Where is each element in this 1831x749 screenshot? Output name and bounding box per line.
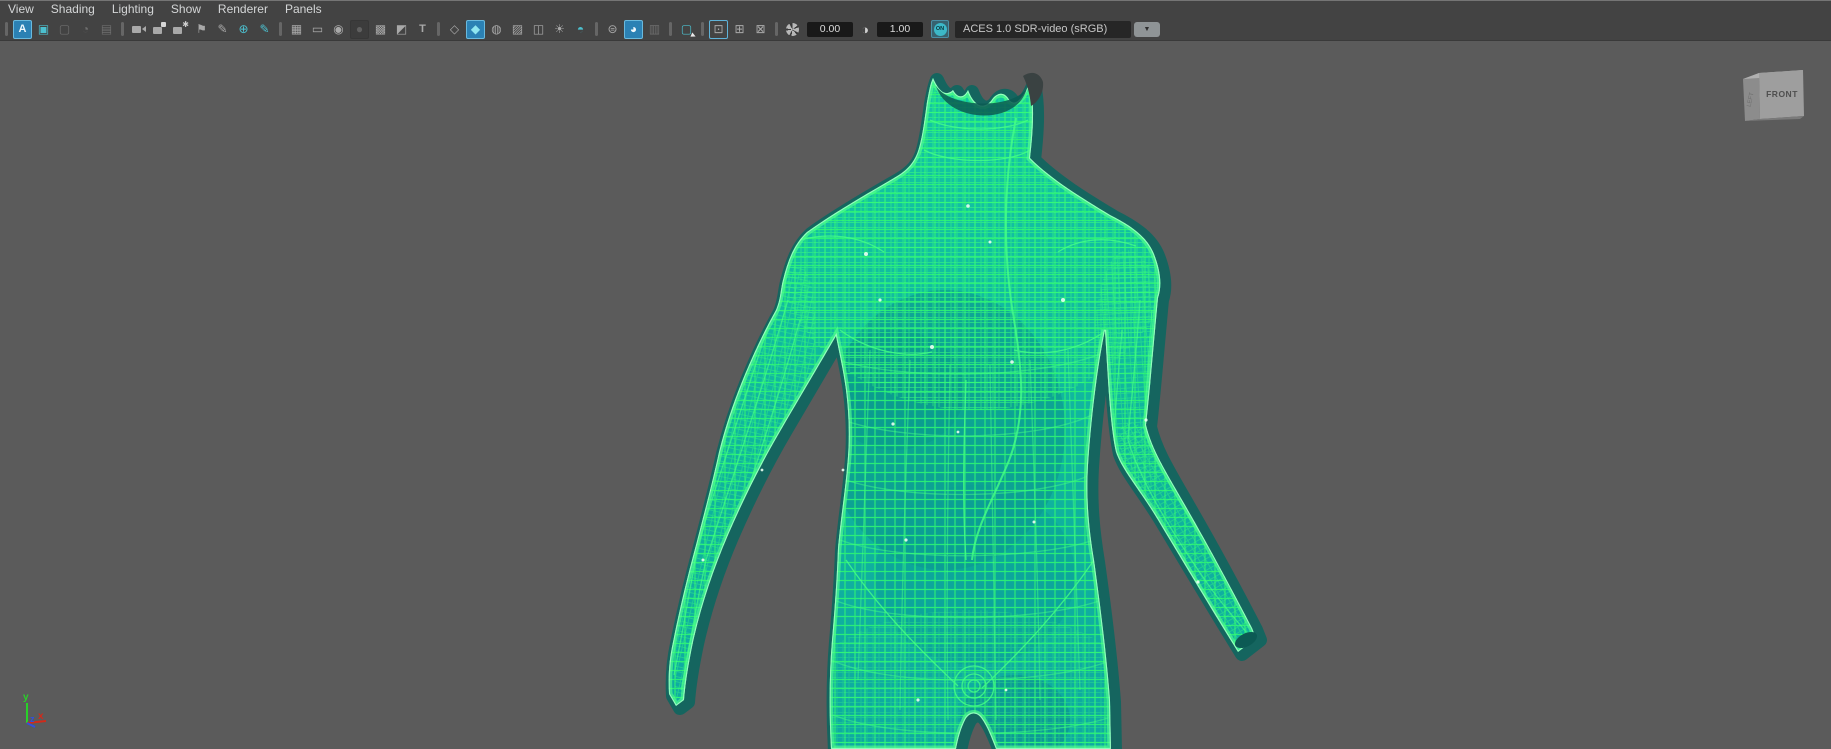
ambient-occlusion-icon[interactable]: ⊜ — [603, 20, 622, 39]
toolbar-groups: A▣▢◔▤⚑✎⊕✎▦▭◉●▩◩T◇◆◍▨◫☀◓⊜◕▥▢⊡⊞⊠ — [1, 20, 782, 39]
menu-show[interactable]: Show — [171, 2, 201, 16]
view-transform-toggle[interactable]: ON — [931, 20, 949, 38]
frame-highlight-icon[interactable]: ▣ — [34, 20, 53, 39]
shadows-icon[interactable]: ◓ — [571, 20, 590, 39]
camera-attributes-icon[interactable] — [171, 20, 190, 39]
colorspace-dropdown-arrow[interactable]: ▼ — [1134, 22, 1160, 37]
pan-zoom-icon[interactable]: ⊕ — [234, 20, 253, 39]
frame-all-icon[interactable]: ▢ — [55, 20, 74, 39]
exposure-field[interactable]: 0.00 — [807, 22, 853, 37]
viewport-3d[interactable]: LEFT FRONT y x z — [0, 41, 1831, 749]
menu-lighting[interactable]: Lighting — [112, 2, 154, 16]
toolbar-separator — [279, 22, 282, 36]
view-transform-on-label: ON — [934, 23, 947, 36]
panel-icon-toolbar: A▣▢◔▤⚑✎⊕✎▦▭◉●▩◩T◇◆◍▨◫☀◓⊜◕▥▢⊡⊞⊠ 0.00 ◑ 1.… — [0, 17, 1831, 41]
lights-icon[interactable]: ☀ — [550, 20, 569, 39]
textured-icon[interactable]: ▨ — [508, 20, 527, 39]
isolate-add-icon[interactable]: ⊞ — [730, 20, 749, 39]
safe-action-icon[interactable]: ◩ — [392, 20, 411, 39]
isolate-remove-icon[interactable]: ⊠ — [751, 20, 770, 39]
body-mesh[interactable] — [646, 70, 1294, 749]
menu-panels[interactable]: Panels — [285, 2, 322, 16]
anti-aliasing-icon[interactable]: ◕ — [624, 20, 643, 39]
toolbar-separator — [121, 22, 124, 36]
resolution-gate-icon[interactable]: ◉ — [329, 20, 348, 39]
color-wheel-icon[interactable]: ◔ — [76, 20, 95, 39]
grid-icon[interactable]: ▦ — [287, 20, 306, 39]
view-cube-front-label[interactable]: FRONT — [1766, 89, 1798, 99]
toolbar-separator — [775, 22, 778, 36]
toolbar-fields: 0.00 ◑ 1.00 ON ACES 1.0 SDR-video (sRGB)… — [782, 20, 1160, 39]
use-default-material-icon[interactable]: ◫ — [529, 20, 548, 39]
exposure-icon[interactable] — [783, 20, 802, 39]
axis-x-label: x — [38, 711, 44, 722]
bookmark-icon[interactable]: ⚑ — [192, 20, 211, 39]
smooth-shade-icon[interactable]: ◆ — [466, 20, 485, 39]
toolbar-separator — [5, 22, 8, 36]
panel-menu-bar: View Shading Lighting Show Renderer Panels — [0, 1, 1831, 17]
depth-of-field-icon[interactable]: ▥ — [645, 20, 664, 39]
annotation-a-icon[interactable]: A — [13, 20, 32, 39]
wireframe-icon[interactable]: ◇ — [445, 20, 464, 39]
view-cube[interactable]: LEFT FRONT — [1743, 70, 1804, 121]
colorspace-dropdown[interactable]: ACES 1.0 SDR-video (sRGB) — [955, 21, 1131, 38]
film-gate-icon[interactable]: ▭ — [308, 20, 327, 39]
toolbar-separator — [669, 22, 672, 36]
wireframe-on-shaded-icon[interactable]: ◍ — [487, 20, 506, 39]
select-camera-icon[interactable] — [129, 20, 148, 39]
axis-z-label: z — [30, 714, 35, 724]
grease-pencil-icon[interactable]: ✎ — [213, 20, 232, 39]
gate-mask-icon[interactable]: ● — [350, 20, 369, 39]
lock-camera-icon[interactable] — [150, 20, 169, 39]
toolbar-separator — [701, 22, 704, 36]
axis-y-label: y — [23, 692, 29, 703]
axis-gizmo: y x z — [23, 692, 46, 727]
image-layers-icon[interactable]: ▤ — [97, 20, 116, 39]
toolbar-separator — [595, 22, 598, 36]
safe-title-icon[interactable]: T — [413, 20, 432, 39]
panel-top-bar: View Shading Lighting Show Renderer Panels A▣… — [0, 0, 1831, 41]
isolate-view-selected-icon[interactable]: ⊡ — [709, 20, 728, 39]
menu-renderer[interactable]: Renderer — [218, 2, 268, 16]
colorspace-value: ACES 1.0 SDR-video (sRGB) — [963, 23, 1107, 35]
2d-pan-zoom-icon[interactable]: ✎ — [255, 20, 274, 39]
toolbar-separator — [437, 22, 440, 36]
marquee-select-icon[interactable]: ▢ — [677, 20, 696, 39]
menu-view[interactable]: View — [8, 2, 34, 16]
gamma-field[interactable]: 1.00 — [877, 22, 923, 37]
menu-shading[interactable]: Shading — [51, 2, 95, 16]
gamma-icon[interactable]: ◑ — [857, 22, 873, 37]
field-chart-icon[interactable]: ▩ — [371, 20, 390, 39]
